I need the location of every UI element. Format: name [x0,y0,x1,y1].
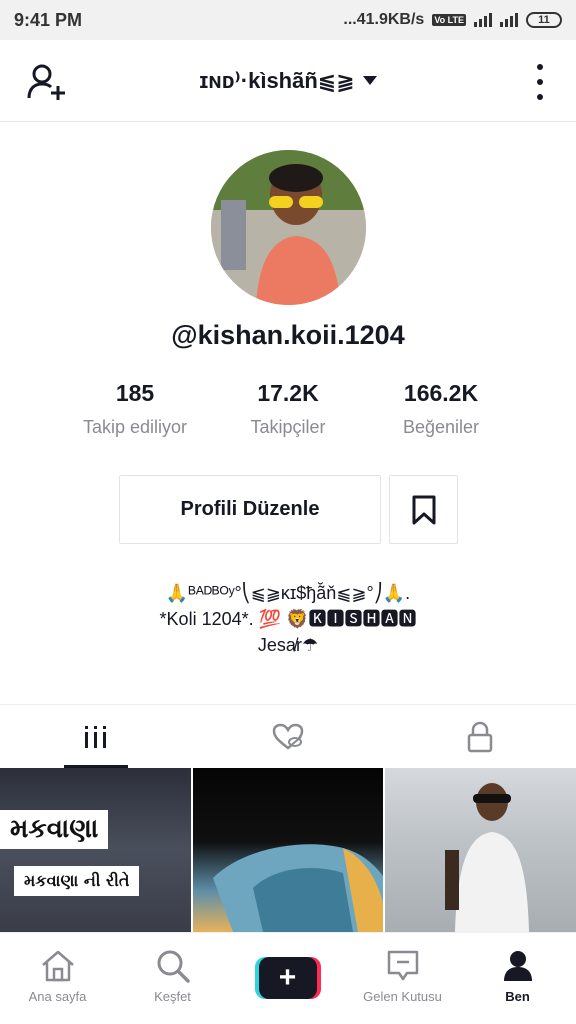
bookmark-icon [412,495,435,524]
battery-icon: 11 [526,12,562,28]
stat-following[interactable]: 185 Takip ediliyor [60,380,210,438]
video-thumbnail[interactable]: મકવાણા મકવાણા ની રીતે [0,768,191,932]
bio-line-1: 🙏ᴮᴬᴰᴮᴼʸ°⎝⫹⫺ĸɪ$ђã̆ň⫹⫺°⎠🙏. [165,583,411,603]
volte-icon: Vo LTE [432,14,466,26]
signal-icon [474,13,492,27]
edit-profile-button[interactable]: Profili Düzenle [119,475,381,544]
profile-header: ɪɴᴅ⁾·kìshãñ⫹⫺ [0,40,576,122]
account-switcher[interactable]: ɪɴᴅ⁾·kìshãñ⫹⫺ [199,67,377,94]
stat-label: Takipçiler [250,417,326,437]
grid-icon [85,725,106,748]
bookmark-button[interactable] [389,475,458,544]
home-icon [41,950,74,982]
nav-create[interactable]: + [230,933,345,1024]
profile-bio: 🙏ᴮᴬᴰᴮᴼʸ°⎝⫹⫺ĸɪ$ђã̆ň⫹⫺°⎠🙏. *Koli 1204*. 💯 … [0,580,576,658]
stat-label: Beğeniler [402,417,480,437]
video-art [212,844,384,932]
video-subtitle: મકવાણા ની રીતે [14,866,140,896]
tab-liked[interactable] [192,705,384,768]
video-thumbnail[interactable] [385,768,576,932]
more-vertical-icon[interactable] [534,64,546,100]
heart-hidden-icon [272,723,304,750]
nav-label: Ana sayfa [28,989,87,1004]
status-time: 9:41 PM [14,9,83,30]
username: @kishan.koii.1204 [171,320,405,350]
nav-profile[interactable]: Ben [460,933,575,1024]
avatar[interactable] [211,150,366,305]
search-icon [157,950,190,983]
nav-home[interactable]: Ana sayfa [0,933,115,1024]
profile-icon [503,951,532,981]
chevron-down-icon [362,76,377,85]
tab-videos[interactable] [0,705,192,768]
profile-stats: 185 Takip ediliyor 17.2K Takipçiler 166.… [60,380,516,438]
stat-value: 17.2K [257,380,319,406]
plus-icon: + [254,957,321,999]
status-right: ...41.9KB/s Vo LTE 11 [343,11,562,29]
avatar-photo [211,150,366,305]
stat-label: Takip ediliyor [82,417,188,437]
status-bar: 9:41 PM ...41.9KB/s Vo LTE 11 [0,0,576,40]
video-person [445,783,530,932]
bio-line-2: *Koli 1204*. 💯 🦁🅺🅸🆂🅷🅰🅽 [159,609,417,629]
lock-icon [467,721,493,752]
stat-value: 185 [115,380,155,406]
stat-followers[interactable]: 17.2K Takipçiler [213,380,363,438]
nav-discover[interactable]: Keşfet [115,933,230,1024]
nav-label: Gelen Kutusu [363,989,442,1004]
stat-value: 166.2K [403,380,479,406]
inbox-icon [387,950,418,981]
content-tabs [0,704,576,768]
nav-label: Keşfet [154,989,191,1004]
header-title: ɪɴᴅ⁾·kìshãñ⫹⫺ [199,67,355,93]
stat-likes[interactable]: 166.2K Beğeniler [366,380,516,438]
signal-icon-2 [500,13,518,27]
nav-label: Ben [505,989,530,1004]
bottom-nav: Ana sayfa Keşfet + Gelen Kutusu Ben [0,932,576,1024]
video-grid: મકવાણા મકવાણા ની રીતે [0,768,576,932]
video-title: મકવાણા [0,810,109,849]
nav-inbox[interactable]: Gelen Kutusu [345,933,460,1024]
video-thumbnail[interactable] [192,768,384,932]
tab-private[interactable] [384,705,576,768]
bio-line-3: Jesa̸r☂ [257,635,319,655]
network-speed: ...41.9KB/s [343,11,425,28]
add-user-icon[interactable] [26,62,68,102]
